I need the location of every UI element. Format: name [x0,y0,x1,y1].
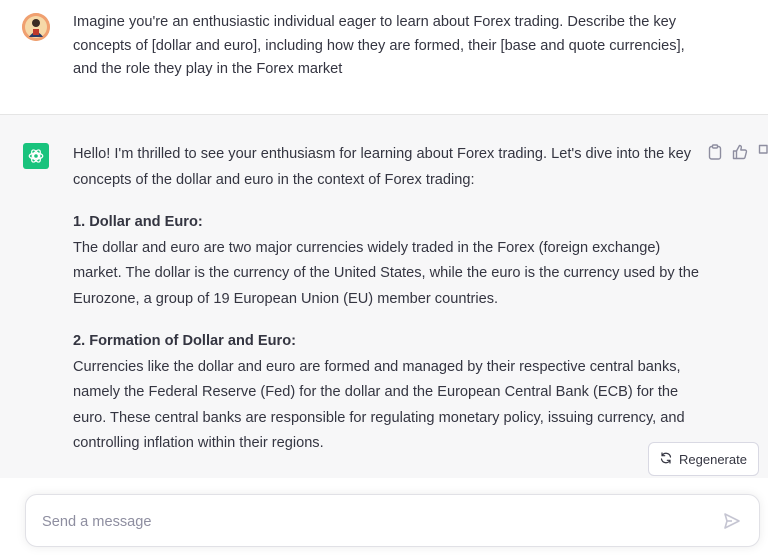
message-input[interactable] [40,495,694,548]
section-1: 1. Dollar and Euro: The dollar and euro … [73,210,705,312]
section-1-body: The dollar and euro are two major curren… [73,239,699,307]
message-actions [708,143,768,161]
user-message-text: Imagine you're an enthusiastic individua… [73,14,685,77]
clipboard-icon[interactable] [708,144,722,160]
refresh-icon [660,451,672,467]
section-2: 2. Formation of Dollar and Euro: Currenc… [73,329,705,457]
section-2-heading: 2. Formation of Dollar and Euro: [73,333,296,349]
user-avatar [22,13,50,41]
message-composer [25,494,760,548]
thumbs-up-icon[interactable] [732,144,748,160]
chatgpt-logo-icon [23,143,49,169]
chat-page: Imagine you're an enthusiastic individua… [0,0,768,560]
assistant-message-text: Hello! I'm thrilled to see your enthusia… [73,142,705,474]
assistant-intro: Hello! I'm thrilled to see your enthusia… [73,146,692,188]
regenerate-button[interactable]: Regenerate [648,442,759,476]
regenerate-label: Regenerate [679,451,747,467]
send-icon[interactable] [723,512,741,530]
user-message-row: Imagine you're an enthusiastic individua… [0,0,768,115]
thumbs-down-icon[interactable] [758,144,768,160]
section-2-body: Currencies like the dollar and euro are … [73,358,685,452]
section-1-heading: 1. Dollar and Euro: [73,214,203,230]
